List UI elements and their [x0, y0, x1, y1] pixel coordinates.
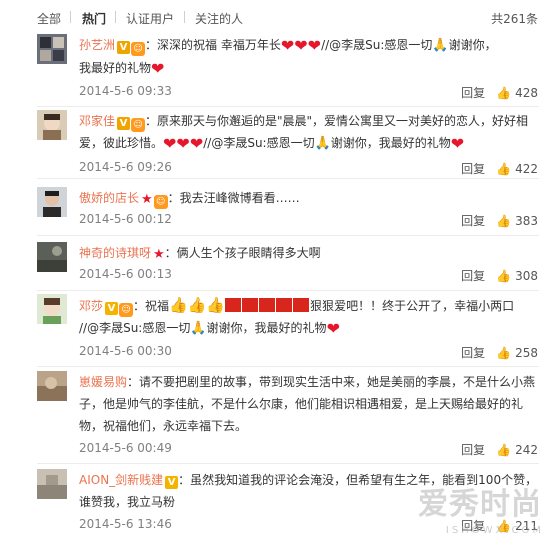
red-sticker-icon	[242, 298, 259, 312]
member-medal-icon: ☺	[153, 195, 168, 209]
comment-text: ：祝福	[133, 299, 170, 313]
red-sticker-icon	[293, 298, 310, 312]
avatar[interactable]	[37, 242, 67, 272]
comment-timestamp: 2014-5-6 13:46	[79, 517, 172, 531]
comment-text: 子，他是帅气的李佳航，不是什么尔康，他们能相识相遇相爱，是上天赐给最好的礼	[79, 397, 524, 411]
comment-text: ：原来那天与你邂逅的是"晨晨"，爱情公寓里又一对美好的恋人，好好相	[145, 114, 529, 128]
divider	[37, 463, 539, 464]
comment-text: 我最好的礼物	[79, 61, 152, 75]
comment-text: 物，祝福他们，永远幸福下去。	[79, 419, 248, 433]
like-count: 422	[515, 162, 538, 176]
member-medal-icon: ☺	[119, 303, 134, 317]
tab-divider	[184, 11, 185, 23]
username[interactable]: 崽媛易购	[79, 375, 127, 389]
divider	[37, 106, 539, 107]
avatar[interactable]	[37, 294, 67, 324]
avatar[interactable]	[37, 469, 67, 499]
heart-emoji-icon: ❤❤❤	[163, 134, 204, 153]
comment-text: 谢谢你，我最好的礼物	[330, 136, 451, 150]
comment-text: 谁赞我，我立马粉	[79, 495, 176, 509]
comment-timestamp: 2014-5-6 00:13	[79, 267, 172, 281]
like-count: 258	[515, 346, 538, 360]
heart-emoji-icon: ❤	[450, 134, 465, 153]
divider	[37, 366, 539, 367]
avatar[interactable]	[37, 34, 67, 64]
username[interactable]: 孙艺洲	[79, 38, 115, 52]
like-count: 383	[515, 214, 538, 228]
comment-total-count: 共261条	[491, 12, 538, 26]
reply-button[interactable]: 回复	[461, 86, 485, 100]
comment-timestamp: 2014-5-6 00:49	[79, 441, 172, 455]
divider	[37, 235, 539, 236]
tab-following[interactable]: 关注的人	[195, 10, 243, 27]
member-medal-icon: ☺	[131, 42, 146, 56]
comment-filter-tabs: 全部 热门 认证用户 关注的人 共261条	[0, 0, 556, 30]
divider	[37, 178, 539, 179]
watermark-url-text: ISHOWX.COM	[445, 525, 544, 536]
star-badge-icon: ★	[153, 247, 165, 262]
tab-verified[interactable]: 认证用户	[126, 10, 174, 27]
comment-text: 谢谢你，我最好的礼物	[206, 321, 327, 335]
username[interactable]: 神奇的诗琪呀	[79, 246, 151, 260]
comment-text: ：请不要把剧里的故事，带到现实生活中来，她是美丽的李晨，不是什么小燕	[127, 375, 536, 389]
reply-button[interactable]: 回复	[461, 162, 485, 176]
username[interactable]: 邓莎	[79, 299, 103, 313]
username[interactable]: 邓家佳	[79, 114, 115, 128]
like-count: 428	[515, 86, 538, 100]
avatar[interactable]	[37, 187, 67, 217]
pray-emoji-icon: 🙏	[190, 321, 207, 336]
tab-divider	[115, 11, 116, 23]
thumb-up-icon[interactable]: 👍	[496, 214, 511, 228]
red-sticker-icon	[259, 298, 276, 312]
comment-text: 爱，彼此珍惜。	[79, 136, 164, 150]
thumb-up-icon[interactable]: 👍	[496, 346, 511, 360]
pray-emoji-icon: 🙏	[314, 136, 331, 151]
comment-text: ：深深的祝福 幸福万年长	[145, 38, 281, 52]
tab-all[interactable]: 全部	[37, 10, 61, 27]
heart-emoji-icon: ❤	[326, 319, 340, 338]
member-medal-icon: ☺	[131, 118, 146, 132]
star-badge-icon: ★	[141, 192, 153, 207]
verified-badge-icon: V	[117, 117, 131, 130]
pray-emoji-icon: 🙏	[432, 38, 449, 53]
like-count: 308	[515, 269, 538, 283]
username[interactable]: AION_剑新贱建	[79, 473, 163, 487]
reply-button[interactable]: 回复	[461, 269, 485, 283]
comment-text: 狠狠爱吧！！终于公开了，幸福小两口	[310, 299, 515, 313]
avatar[interactable]	[37, 371, 67, 401]
verified-badge-icon: V	[117, 41, 131, 54]
watermark-logo-text: 爱秀时尚	[418, 487, 542, 522]
comment-repost-text: //@李晟Su:感恩一切	[79, 321, 191, 335]
thumb-up-icon[interactable]: 👍	[496, 443, 511, 457]
site-watermark: 爱秀时尚 ISHOWX.COM	[396, 479, 556, 539]
comment-timestamp: 2014-5-6 09:26	[79, 160, 172, 174]
username[interactable]: 傲娇的店长	[79, 191, 139, 205]
red-sticker-icon	[276, 298, 293, 312]
thumbs-up-emoji-icon: 👍👍👍	[169, 296, 226, 314]
thumb-up-icon[interactable]: 👍	[496, 162, 511, 176]
avatar[interactable]	[37, 110, 67, 140]
tab-hot[interactable]: 热门	[82, 10, 106, 27]
divider	[37, 290, 539, 291]
comment-timestamp: 2014-5-6 00:12	[79, 212, 172, 226]
comment-text: ：俩人生个孩子眼睛得多大啊	[164, 246, 321, 260]
comment-text: 谢谢你，	[448, 38, 497, 52]
verified-badge-icon: V	[105, 302, 119, 315]
heart-emoji-icon: ❤	[151, 59, 165, 78]
thumb-up-icon[interactable]: 👍	[496, 86, 511, 100]
comment-timestamp: 2014-5-6 00:30	[79, 344, 172, 358]
reply-button[interactable]: 回复	[461, 346, 485, 360]
reply-button[interactable]: 回复	[461, 443, 485, 457]
verified-badge-icon: V	[165, 476, 179, 489]
comment-text: ：我去汪峰微博看看……	[167, 191, 300, 205]
comment-repost-text: //@李晟Su:感恩一切	[321, 38, 433, 52]
red-sticker-icon	[225, 298, 242, 312]
tab-divider	[70, 11, 71, 23]
comment-timestamp: 2014-5-6 09:33	[79, 84, 172, 98]
heart-emoji-icon: ❤❤❤	[280, 36, 322, 55]
reply-button[interactable]: 回复	[461, 214, 485, 228]
comment-repost-text: //@李晟Su:感恩一切	[203, 136, 315, 150]
like-count: 242	[515, 443, 538, 457]
thumb-up-icon[interactable]: 👍	[496, 269, 511, 283]
